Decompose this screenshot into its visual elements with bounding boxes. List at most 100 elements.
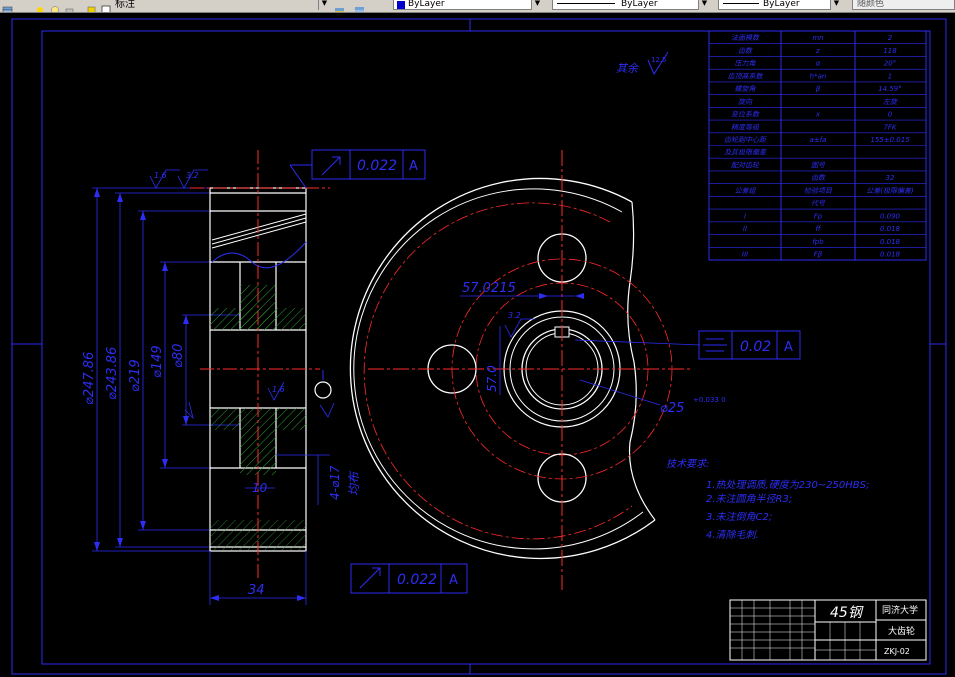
color-value: ByLayer <box>408 0 445 9</box>
param-table-cell: 齿顶高系数 <box>728 72 764 80</box>
dim-width: 34 <box>248 583 265 598</box>
param-table-cell: 0.090 <box>880 212 901 220</box>
section-view[interactable]: ⌀247.86 ⌀243.86 ⌀219 ⌀149 ⌀80 1.6 3.2 1.… <box>82 149 468 605</box>
param-table-cell: 公差(极限偏差) <box>866 187 914 195</box>
param-table-cell: 配对齿轮 <box>731 161 760 169</box>
svg-text:技术要求:: 技术要求: <box>666 458 709 470</box>
param-table-cell: 155±0.015 <box>870 136 910 144</box>
svg-text:A: A <box>784 340 793 355</box>
plotstyle-control[interactable]: 随颜色 <box>852 0 955 10</box>
svg-text:2.未注圆角半径R3;: 2.未注圆角半径R3; <box>706 493 792 505</box>
dim-root-diameter: ⌀219 <box>128 359 143 392</box>
svg-text:3.2: 3.2 <box>186 171 199 180</box>
svg-text:12.5: 12.5 <box>651 56 667 64</box>
title-block: 45钢 同济大学 大齿轮 ZKJ-02 <box>729 599 927 661</box>
param-table-cell: I <box>744 212 746 220</box>
param-table-cell: 左旋 <box>883 98 898 106</box>
param-table-cell: 0.018 <box>880 251 901 259</box>
svg-text:A: A <box>409 159 418 174</box>
param-table-cell: 20° <box>884 60 896 68</box>
param-table-cell: 0.018 <box>880 238 901 246</box>
param-table-cell: 7FK <box>883 123 897 131</box>
param-table-cell: 法面模数 <box>731 34 760 42</box>
part-name-label: 大齿轮 <box>888 625 915 637</box>
svg-text:其余: 其余 <box>616 62 640 75</box>
svg-text:3.2: 3.2 <box>508 311 521 320</box>
dim-hole: 4-⌀17 <box>328 465 342 500</box>
param-table-cell: 图号 <box>811 161 826 169</box>
param-table-cell: 压力角 <box>735 60 757 68</box>
param-table-cell: 118 <box>883 47 897 55</box>
tech-requirements: 技术要求: 1.热处理调质,硬度为230~250HBS; 2.未注圆角半径R3;… <box>666 458 869 541</box>
dim-outer-diameter: ⌀247.86 <box>82 352 97 405</box>
front-view[interactable]: 57.0215 57.0 3.2 ⌀25 +0.033 0 0.02 A <box>349 150 801 590</box>
svg-text:1.6: 1.6 <box>272 385 285 394</box>
svg-text:4.清除毛刺.: 4.清除毛刺. <box>706 529 759 541</box>
lineweight-dropdown-button[interactable]: ▼ <box>830 0 842 10</box>
color-swatch <box>397 1 405 9</box>
plotstyle-value: 随颜色 <box>857 0 885 9</box>
svg-text:0.02: 0.02 <box>740 339 771 355</box>
layer-dropdown-button[interactable]: ▼ <box>318 0 330 10</box>
general-roughness-note: 其余 12.5 <box>616 51 669 76</box>
param-table-cell: 代号 <box>811 200 826 208</box>
param-table-cell: β <box>816 85 821 93</box>
param-table-cell: 齿轮副中心距 <box>724 136 767 144</box>
svg-text:1.6: 1.6 <box>154 171 167 180</box>
svg-text:1.热处理调质,硬度为230~250HBS;: 1.热处理调质,硬度为230~250HBS; <box>706 479 869 491</box>
layer-manager-icon[interactable] <box>2 0 13 12</box>
param-table-cell: 变位系数 <box>731 111 760 119</box>
dim-bore-tol: +0.033 0 <box>693 396 726 404</box>
dim-keyway-height: 57.0 <box>485 365 499 392</box>
param-table-cell: Fp <box>814 212 823 220</box>
param-table-cell: 1 <box>888 72 892 80</box>
param-table-cell: ff <box>815 225 821 233</box>
layer-freeze-icon[interactable] <box>50 0 61 12</box>
lineweight-control[interactable]: ByLayer <box>718 0 842 10</box>
param-table-cell: 0.018 <box>880 225 901 233</box>
material-label: 45钢 <box>830 605 864 621</box>
layer-lock-icon[interactable] <box>64 0 75 12</box>
param-table-cell: 旋向 <box>738 98 753 106</box>
param-table-cell: 检验项目 <box>804 187 833 195</box>
layer-previous-icon[interactable] <box>354 0 365 12</box>
param-table-cell: 14.59° <box>878 85 902 93</box>
param-table-cell: Fβ <box>814 251 823 259</box>
dim-hub-diameter: ⌀149 <box>150 345 165 378</box>
param-table-cell: a±fa <box>810 136 827 144</box>
color-dropdown-button[interactable]: ▼ <box>531 0 543 10</box>
param-table-cell: 32 <box>886 174 895 182</box>
layer-on-icon[interactable] <box>36 0 47 12</box>
param-table-cell: mn <box>812 34 823 42</box>
param-table-cell: z <box>815 47 820 55</box>
param-table-cell: 螺旋角 <box>735 85 757 93</box>
dim-keyway-width: 57.0215 <box>462 281 516 296</box>
param-table-cell: fpb <box>812 238 824 246</box>
param-table-cell: h*an <box>810 72 827 80</box>
param-table-cell: α <box>816 60 821 68</box>
param-table-cell: 0 <box>888 111 893 119</box>
layer-swatch-icon <box>100 0 111 12</box>
dim-web-diameter: ⌀80 <box>171 344 186 368</box>
layer-color-icon[interactable] <box>86 0 97 12</box>
tolerance-frame-right[interactable]: 0.02 A <box>698 330 801 360</box>
tolerance-frame-bottom[interactable]: 0.022 A <box>350 563 468 594</box>
linetype-dropdown-button[interactable]: ▼ <box>698 0 710 10</box>
drawing-canvas[interactable]: 其余 12.5 ⌀247.86 ⌀243.86 ⌀219 ⌀149 ⌀80 1.… <box>0 13 955 677</box>
tolerance-frame-top[interactable]: 0.022 A <box>289 149 426 189</box>
param-table-cell: 齿数 <box>811 174 826 182</box>
param-table-cell: 齿数 <box>738 47 753 55</box>
color-control[interactable]: ByLayer <box>393 0 543 10</box>
svg-text:A: A <box>449 573 458 588</box>
make-current-layer-icon[interactable] <box>334 0 345 12</box>
svg-text:3.未注倒角C2;: 3.未注倒角C2; <box>706 511 772 523</box>
linetype-value: ByLayer <box>621 0 658 9</box>
linetype-control[interactable]: ByLayer <box>552 0 710 10</box>
school-label: 同济大学 <box>882 604 918 616</box>
gear-parameter-table: 法面模数 mn 2 齿数 z 118 压力角 α 20° 齿顶高系数 h*an 1 螺旋角 β 14.59°… <box>708 30 927 261</box>
param-table-cell: x <box>815 111 821 119</box>
layer-name: 标注 <box>115 0 135 10</box>
param-table-cell: II <box>743 225 747 233</box>
dim-pitch-diameter: ⌀243.86 <box>105 347 120 400</box>
properties-toolbar: 标注 ▼ ByLayer ▼ ByLayer ▼ ByLayer ▼ 随颜色 <box>0 0 955 13</box>
